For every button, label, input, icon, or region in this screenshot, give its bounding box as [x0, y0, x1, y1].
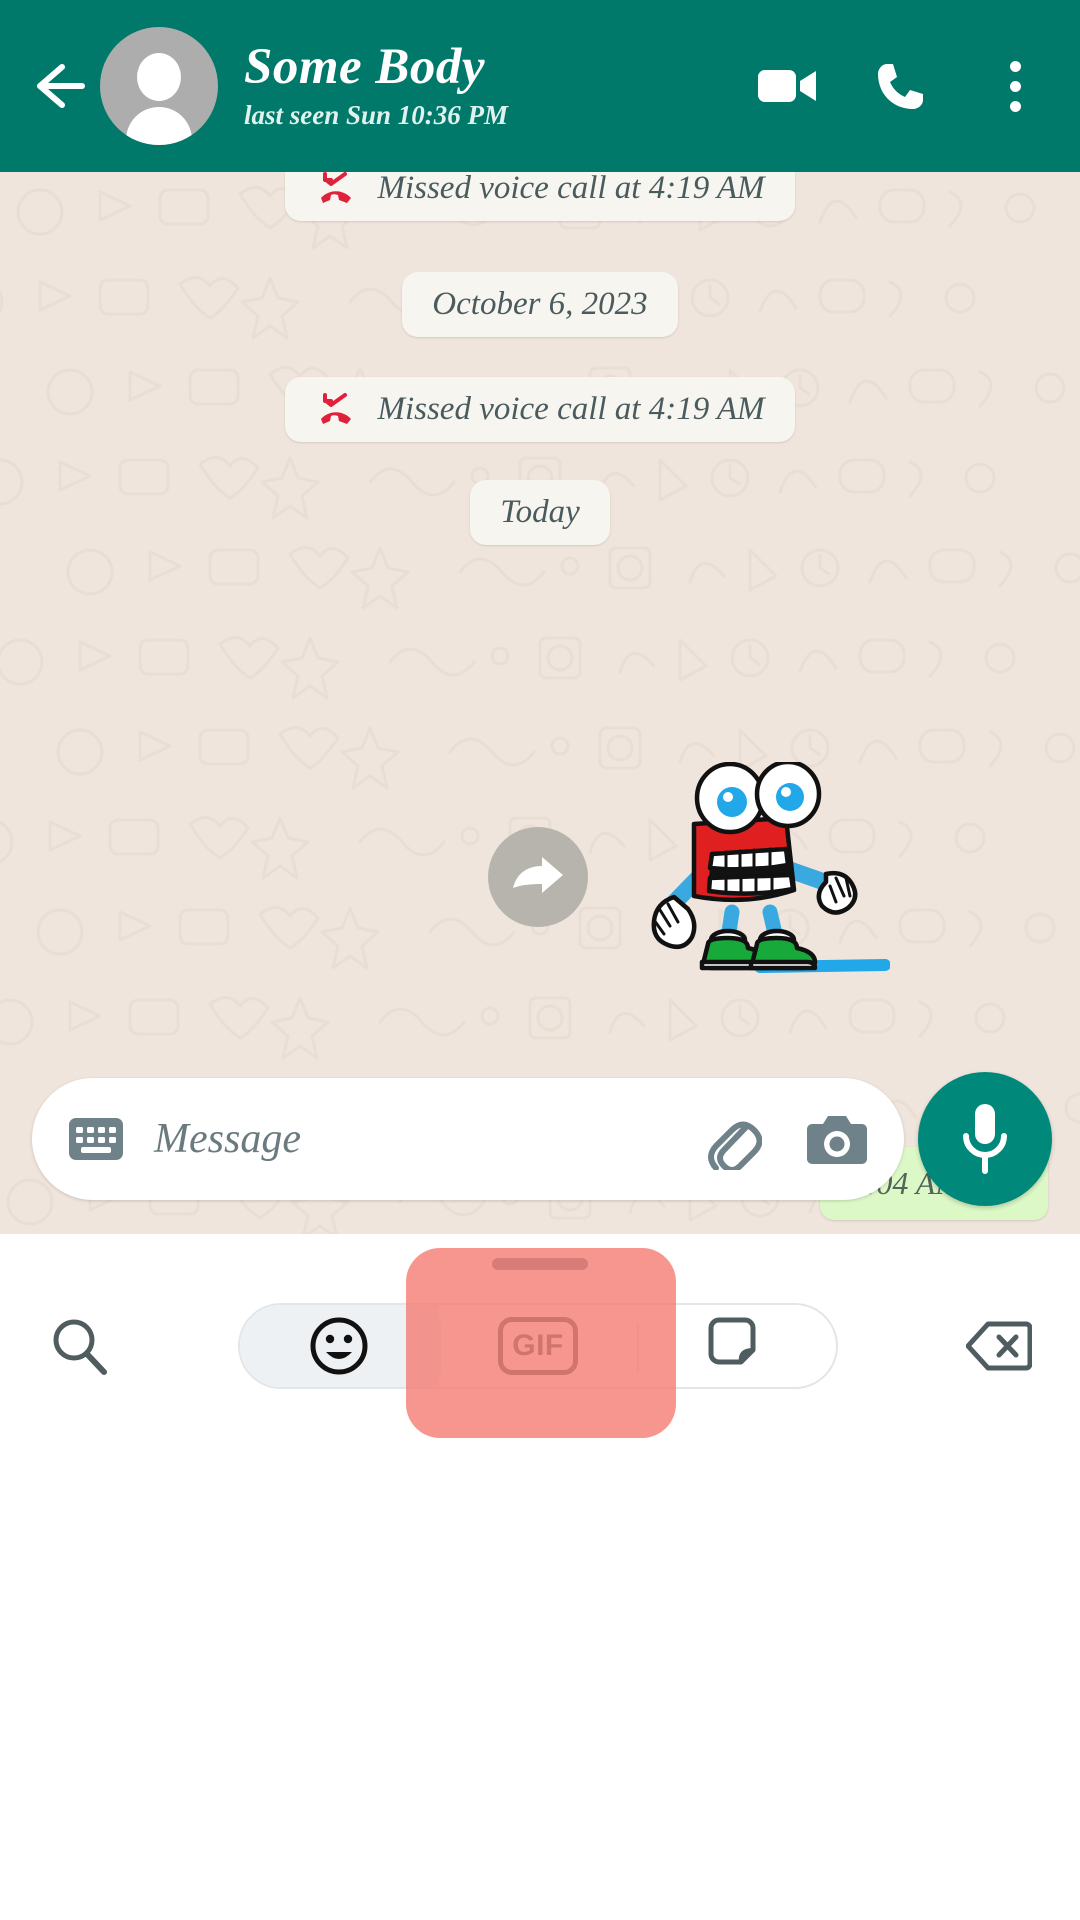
gif-icon: GIF [498, 1317, 578, 1375]
missed-voice-call-icon [321, 172, 352, 203]
missed-call-event[interactable]: Missed voice call at 4:19 AM [0, 172, 1080, 221]
chattering-teeth-sticker[interactable] [640, 759, 891, 992]
missed-call-text: Missed voice call at 4:19 AM [377, 391, 765, 427]
paperclip-icon[interactable] [704, 1108, 762, 1170]
tab-emoji[interactable] [240, 1305, 439, 1387]
video-camera-icon[interactable] [756, 55, 818, 117]
missed-call-text: Missed voice call at 4:19 AM [377, 172, 765, 206]
emoji-keyboard-panel[interactable]: GIF Smileys & People 😀😃😄😁😆🥹😅😂🤣🙂☺️😊😇🙂🙃😉😌😍… [0, 1234, 1080, 1920]
phone-icon[interactable] [870, 55, 932, 117]
search-icon[interactable] [48, 1315, 110, 1377]
forward-arrow-icon[interactable] [488, 827, 588, 927]
date-divider: Today [0, 480, 1080, 545]
smiley-face-icon [310, 1317, 368, 1375]
missed-call-event[interactable]: Missed voice call at 4:19 AM [0, 377, 1080, 442]
avatar-body [126, 107, 192, 145]
sticker-message[interactable] [0, 759, 1080, 992]
message-input[interactable]: Message [154, 1115, 704, 1163]
date-divider: October 6, 2023 [0, 272, 1080, 337]
tab-gif[interactable]: GIF [438, 1305, 638, 1387]
chat-message-area[interactable]: Missed voice call at 4:19 AM October 6, … [0, 172, 1080, 1234]
contact-presence: last seen Sun 10:36 PM [244, 100, 509, 131]
message-input-bar[interactable]: Message [32, 1078, 904, 1200]
emoji-category-tabs: GIF [238, 1303, 838, 1389]
missed-call-pill: Missed voice call at 4:19 AM [285, 377, 795, 442]
missed-call-pill: Missed voice call at 4:19 AM [285, 172, 795, 221]
camera-icon[interactable] [806, 1112, 868, 1166]
header-actions [756, 55, 1054, 117]
microphone-icon [963, 1104, 1007, 1174]
sticker-icon [708, 1317, 756, 1365]
date-pill: October 6, 2023 [402, 272, 678, 337]
avatar[interactable] [100, 27, 218, 145]
backspace-icon[interactable] [966, 1320, 1032, 1372]
drag-handle[interactable] [492, 1258, 588, 1270]
chat-header: Some Body last seen Sun 10:36 PM [0, 0, 1080, 172]
tab-sticker[interactable] [637, 1305, 836, 1387]
contact-name: Some Body [244, 38, 486, 95]
voice-record-button[interactable] [918, 1072, 1052, 1206]
date-pill: Today [470, 480, 610, 545]
keyboard-icon[interactable] [68, 1115, 124, 1163]
missed-voice-call-icon [321, 392, 352, 424]
back-arrow-icon[interactable] [26, 55, 88, 117]
avatar-head [137, 53, 181, 101]
kebab-menu-icon[interactable] [984, 55, 1046, 117]
contact-info[interactable]: Some Body last seen Sun 10:36 PM [244, 38, 756, 132]
emoji-tab-bar: GIF [0, 1248, 1080, 1438]
